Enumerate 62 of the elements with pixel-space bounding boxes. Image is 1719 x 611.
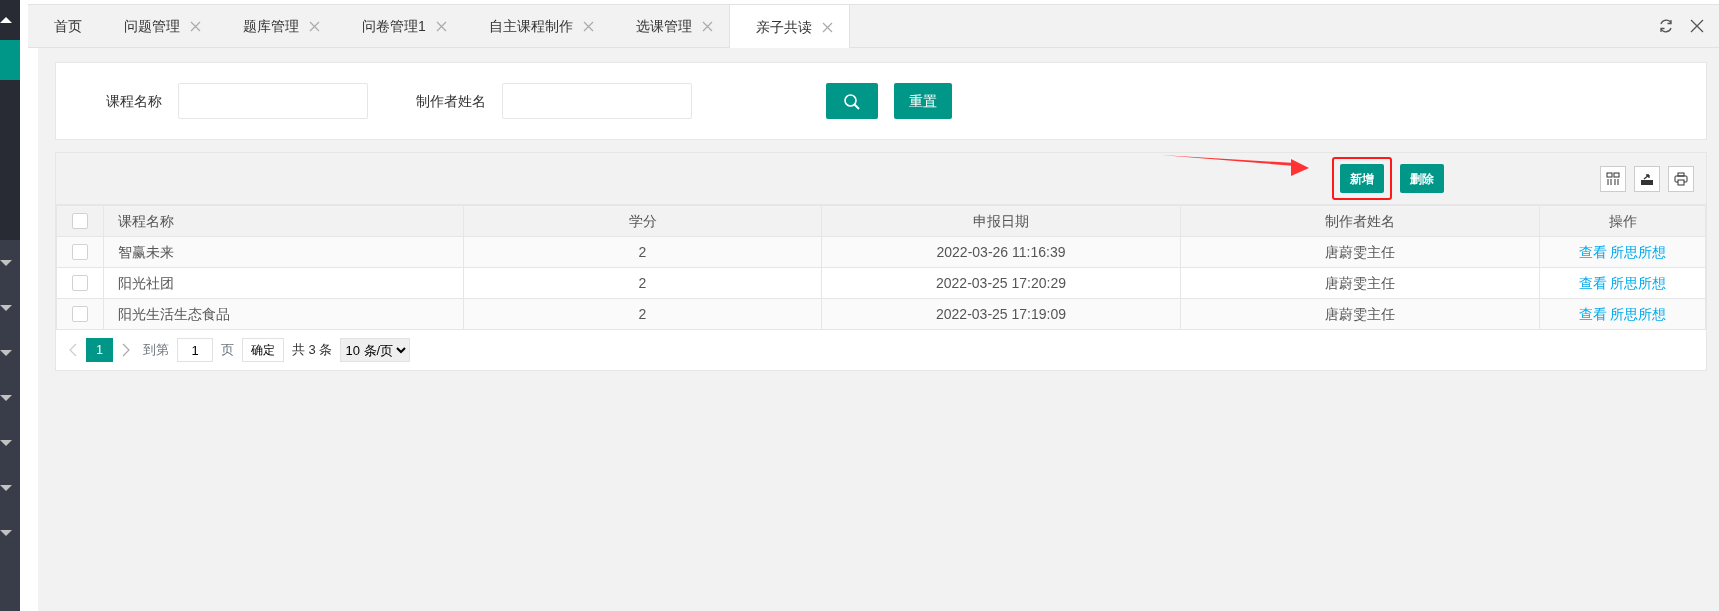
caret-down-icon[interactable] bbox=[0, 259, 12, 266]
tab[interactable]: 问卷管理1 bbox=[336, 5, 463, 48]
table-cell: 阳光社团 bbox=[103, 267, 464, 299]
columns-button[interactable] bbox=[1600, 165, 1626, 192]
next-icon[interactable] bbox=[121, 343, 131, 357]
table-cell: 唐蔚雯主任 bbox=[1180, 267, 1540, 299]
table-cell: 阳光生活生态食品 bbox=[103, 298, 464, 330]
table-cell: 2022-03-25 17:20:29 bbox=[821, 267, 1181, 299]
search-icon bbox=[843, 92, 861, 111]
table-cell: 2 bbox=[463, 267, 822, 299]
total-count: 共 3 条 bbox=[292, 341, 333, 360]
column-header: 学分 bbox=[463, 205, 822, 237]
export-icon bbox=[1640, 171, 1654, 186]
caret-down-icon[interactable] bbox=[0, 394, 12, 401]
table-cell: 2 bbox=[463, 298, 822, 330]
tab[interactable]: 亲子共读 bbox=[728, 5, 850, 49]
checkbox[interactable] bbox=[72, 306, 88, 322]
tab[interactable]: 选课管理 bbox=[609, 5, 729, 48]
page-input[interactable]: 1 bbox=[177, 338, 213, 362]
field-label: 制作者姓名 bbox=[416, 91, 486, 111]
column-header: 课程名称 bbox=[103, 205, 464, 237]
table-cell: 唐蔚雯主任 bbox=[1180, 236, 1540, 268]
table-cell: 2 bbox=[463, 236, 822, 268]
table-cell: 智赢未来 bbox=[103, 236, 464, 268]
columns-icon bbox=[1606, 171, 1620, 186]
input-field[interactable] bbox=[178, 83, 368, 119]
column-header: 申报日期 bbox=[821, 205, 1181, 237]
field-label: 课程名称 bbox=[106, 91, 162, 111]
tab[interactable]: 自主课程制作 bbox=[462, 5, 610, 48]
export-button[interactable] bbox=[1634, 165, 1660, 192]
tab[interactable]: 问题管理 bbox=[98, 5, 217, 48]
table-cell: 2022-03-26 11:16:39 bbox=[821, 236, 1181, 268]
reset-button[interactable]: 重置 bbox=[894, 83, 952, 119]
pager-label: 到第 bbox=[143, 341, 169, 360]
column-header: 制作者姓名 bbox=[1180, 205, 1540, 237]
caret-down-icon[interactable] bbox=[0, 439, 12, 446]
tab[interactable]: 题库管理 bbox=[217, 5, 336, 48]
table-cell: 唐蔚雯主任 bbox=[1180, 298, 1540, 330]
confirm-button[interactable]: 确定 bbox=[242, 338, 284, 362]
column-header: 操作 bbox=[1539, 205, 1706, 237]
search-button[interactable] bbox=[826, 83, 878, 119]
caret-down-icon[interactable] bbox=[0, 484, 12, 491]
print-button[interactable] bbox=[1668, 165, 1694, 192]
tab[interactable]: 首页 bbox=[28, 5, 98, 48]
pager-label: 页 bbox=[221, 341, 234, 360]
page-size-select[interactable]: 10 条/页 bbox=[340, 338, 411, 362]
refresh-icon[interactable] bbox=[1658, 18, 1674, 34]
caret-down-icon[interactable] bbox=[0, 529, 12, 536]
page-button[interactable]: 1 bbox=[86, 338, 113, 362]
caret-down-icon[interactable] bbox=[0, 304, 12, 311]
caret-down-icon[interactable] bbox=[0, 349, 12, 356]
close-icon[interactable] bbox=[1690, 19, 1704, 33]
add-button[interactable]: 新增 bbox=[1340, 164, 1384, 193]
checkbox[interactable] bbox=[72, 244, 88, 260]
print-icon bbox=[1674, 171, 1688, 186]
checkbox[interactable] bbox=[72, 213, 88, 229]
caret-up-icon[interactable] bbox=[0, 17, 12, 23]
delete-button[interactable]: 删除 bbox=[1400, 164, 1444, 193]
table-cell: 2022-03-25 17:19:09 bbox=[821, 298, 1181, 330]
checkbox[interactable] bbox=[72, 275, 88, 291]
input-field[interactable] bbox=[502, 83, 692, 119]
prev-icon[interactable] bbox=[68, 343, 78, 357]
